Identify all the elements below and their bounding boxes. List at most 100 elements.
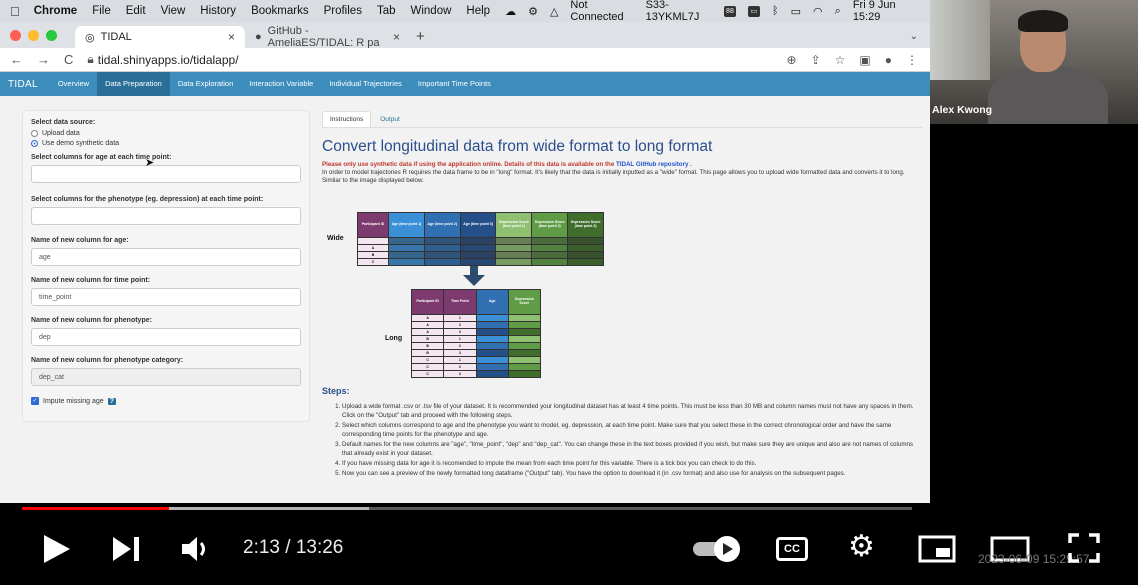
zoom-window-icon[interactable] <box>46 29 57 41</box>
bookmark-star-icon[interactable]: ☆ <box>835 53 846 67</box>
share-icon[interactable]: ⇪ <box>811 53 821 67</box>
address-bar[interactable]: tidal.shinyapps.io/tidalapp/ <box>98 53 239 67</box>
age-columns-select[interactable] <box>31 165 301 183</box>
wide-cell <box>568 238 603 244</box>
time-point-name-input[interactable]: time_point <box>31 288 301 306</box>
long-cell <box>508 343 540 349</box>
impute-missing-age-checkbox[interactable]: ✓ Impute missing age ? <box>31 397 301 405</box>
wide-cell <box>532 259 568 265</box>
nav-important-time-points[interactable]: Important Time Points <box>410 72 499 96</box>
zoom-icon[interactable]: ⊕ <box>787 53 797 67</box>
extension-icon[interactable]: 88 <box>723 5 736 17</box>
back-arrow-icon[interactable]: ← <box>10 52 23 67</box>
tab-search-chevron-icon[interactable]: ⌄ <box>910 26 918 48</box>
warning-end: . <box>690 161 692 168</box>
next-icon[interactable] <box>113 537 141 566</box>
radio-label: Use demo synthetic data <box>42 140 120 147</box>
long-cell <box>508 336 540 342</box>
github-repo-link[interactable]: TIDAL GitHub repository <box>616 161 688 168</box>
tab-instructions[interactable]: Instructions <box>322 111 372 127</box>
long-cell: 3 <box>444 329 476 335</box>
close-tab-icon[interactable]: × <box>228 30 235 44</box>
profile-icon[interactable]: ● <box>885 53 892 67</box>
cloud-icon[interactable]: ☁ <box>505 5 516 18</box>
volume-icon[interactable] <box>182 535 214 568</box>
radio-upload-data[interactable]: Upload data <box>31 130 301 137</box>
settings-gear-icon[interactable]: ⚙ <box>848 532 875 562</box>
bluetooth-icon[interactable]: ᛒ <box>772 5 779 17</box>
menu-help[interactable]: Help <box>466 5 490 17</box>
phenotype-category-input[interactable]: dep_cat <box>31 368 301 386</box>
menu-bookmarks[interactable]: Bookmarks <box>251 5 309 17</box>
menu-history[interactable]: History <box>200 5 236 17</box>
reload-icon[interactable]: C <box>64 52 73 67</box>
app-brand[interactable]: TIDAL <box>0 79 50 90</box>
apple-icon[interactable]:  <box>10 4 20 19</box>
wide-cell <box>424 238 460 244</box>
sidepanel-icon[interactable]: ▣ <box>859 53 870 67</box>
tab-github[interactable]: ● GitHub - AmeliaES/TIDAL: R pa × <box>245 25 410 49</box>
wide-cell <box>460 259 496 265</box>
radio-demo-data[interactable]: Use demo synthetic data <box>31 140 301 147</box>
age-name-label: Name of new column for age: <box>31 237 129 244</box>
phenotype-columns-select[interactable] <box>31 207 301 225</box>
miniplayer-icon[interactable] <box>918 535 956 568</box>
network-status[interactable]: Not Connected <box>570 0 633 23</box>
menu-app-name[interactable]: Chrome <box>34 5 77 17</box>
radio-circle-icon[interactable] <box>31 130 38 137</box>
spotlight-icon[interactable]: ⌕ <box>835 5 841 18</box>
keyboard-icon[interactable]: ▭ <box>747 5 761 17</box>
long-cell: 2 <box>444 364 476 370</box>
nav-data-preparation[interactable]: Data Preparation <box>97 72 170 96</box>
host-name[interactable]: S33-13YKML7J <box>646 0 712 23</box>
minimize-window-icon[interactable] <box>28 29 39 41</box>
menu-profiles[interactable]: Profiles <box>324 5 362 17</box>
tab-tidal[interactable]: ◎ TIDAL × <box>75 26 245 48</box>
main-panel: Instructions Output Convert longitudinal… <box>322 108 922 503</box>
vpn-icon[interactable]: ⚙ <box>528 5 538 18</box>
network-warning-icon[interactable]: △ <box>550 5 558 18</box>
autoplay-toggle-icon[interactable] <box>693 535 745 568</box>
lock-icon: 🔒︎ <box>87 52 94 66</box>
battery-icon[interactable]: ▭ <box>791 5 801 18</box>
long-header-cell: Age <box>476 290 508 314</box>
menu-file[interactable]: File <box>92 5 111 17</box>
menu-tab[interactable]: Tab <box>377 5 396 17</box>
nav-overview[interactable]: Overview <box>50 72 97 96</box>
app-navbar: TIDAL Overview Data Preparation Data Exp… <box>0 72 930 96</box>
close-tab-icon[interactable]: × <box>393 30 400 44</box>
menu-window[interactable]: Window <box>411 5 452 17</box>
forward-arrow-icon[interactable]: → <box>37 52 50 67</box>
menubar-clock[interactable]: Fri 9 Jun 15:29 <box>853 0 916 23</box>
playback-time: 2:13 / 13:26 <box>243 537 344 558</box>
menu-view[interactable]: View <box>161 5 186 17</box>
radio-selected-icon[interactable] <box>31 140 38 147</box>
wifi-icon[interactable]: ◠ <box>813 5 823 18</box>
nav-individual-trajectories[interactable]: Individual Trajectories <box>321 72 410 96</box>
new-tab-button[interactable]: + <box>416 26 425 48</box>
long-cell <box>476 364 508 370</box>
nav-data-exploration[interactable]: Data Exploration <box>170 72 241 96</box>
more-menu-icon[interactable]: ⋮ <box>906 53 918 67</box>
long-cell: 1 <box>444 315 476 321</box>
close-window-icon[interactable] <box>10 29 21 41</box>
phenotype-columns-label: Select columns for the phenotype (eg. de… <box>31 196 264 203</box>
play-icon[interactable] <box>44 535 70 568</box>
video-progress-bar[interactable] <box>22 507 912 510</box>
nav-interaction-variable[interactable]: Interaction Variable <box>241 72 321 96</box>
fullscreen-icon[interactable] <box>1068 533 1100 568</box>
wide-cell <box>358 238 388 244</box>
captions-button[interactable]: CC <box>776 537 808 561</box>
help-badge[interactable]: ? <box>107 397 116 405</box>
phenotype-name-input[interactable]: dep <box>31 328 301 346</box>
long-cell <box>508 371 540 377</box>
window-controls <box>10 22 57 48</box>
checkbox-checked-icon[interactable]: ✓ <box>31 397 39 405</box>
long-cell: C <box>412 371 444 377</box>
tab-output[interactable]: Output <box>373 112 407 127</box>
step-item: Now you can see a preview of the newly f… <box>342 470 922 479</box>
age-name-input[interactable]: age <box>31 248 301 266</box>
menu-edit[interactable]: Edit <box>126 5 146 17</box>
long-header-cell: Depression Score <box>508 290 540 314</box>
phenotype-category-label: Name of new column for phenotype categor… <box>31 357 184 364</box>
